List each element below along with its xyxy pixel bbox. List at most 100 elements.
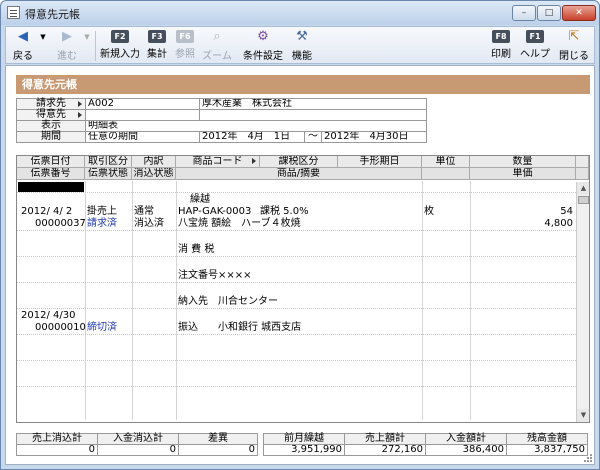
balance-value: 3,837,750	[506, 444, 588, 456]
col-divider	[470, 181, 471, 420]
col-header-slip-no: 伝票番号	[17, 168, 85, 180]
back-arrow-icon: ◀	[18, 29, 28, 44]
product-name: 八宝焼 額絵 ハーブ４枚焼	[178, 218, 301, 229]
unit-price: 4,800	[544, 218, 573, 229]
order-number-note: 注文番号××××	[178, 270, 252, 281]
f2-key-icon: F2	[111, 30, 129, 43]
col-header-date: 伝票日付	[17, 156, 85, 168]
slip-date[interactable]: 2012/ 4/30	[21, 310, 75, 321]
ledger-form: 得意先元帳 請求先 A002 厚木産業 株式会社 得意先 表示 明細表 期間 任…	[5, 65, 595, 465]
row-divider	[17, 230, 576, 231]
col-header-corner2	[576, 168, 589, 180]
col-header-blank	[422, 168, 470, 180]
slip-state[interactable]: 請求済	[87, 218, 117, 229]
resize-grip-icon[interactable]	[583, 453, 593, 463]
back-button[interactable]: ◀ 戻る	[8, 29, 38, 63]
col-header-bill-due: 手形期日	[338, 156, 422, 168]
row-divider	[17, 360, 576, 361]
condition-settings-button[interactable]: ⚙ 条件設定	[240, 29, 286, 63]
col-header-qty: 数量	[470, 156, 576, 168]
scroll-thumb[interactable]	[578, 196, 589, 204]
window-title: 得意先元帳	[25, 8, 80, 21]
product-code: HAP-GAK-0003	[178, 206, 252, 217]
col-header-breakdown: 内訳	[132, 156, 176, 168]
carry-over-label: 繰越	[190, 194, 210, 205]
scroll-up-icon[interactable]: ▲	[577, 182, 589, 195]
tax-class: 課税 5.0%	[260, 206, 309, 217]
ledger-grid: 伝票日付 取引区分 内訳 商品コード 課税区分 手形期日 単位 数量 伝票番号 …	[16, 155, 590, 423]
chevron-down-icon: ▼	[84, 33, 90, 41]
sales-cleared-total-value: 0	[16, 444, 98, 456]
delivery-note: 納入先 川合センター	[178, 296, 278, 307]
col-header-slip-state: 伝票状態	[85, 168, 132, 180]
slip-state[interactable]: 締切済	[87, 322, 117, 333]
vertical-scrollbar[interactable]: ▲ ▼	[576, 182, 589, 422]
period-from-field[interactable]: 2012年 4月 1日	[199, 131, 305, 143]
col-divider	[422, 181, 423, 420]
sales-total-value: 272,160	[344, 444, 426, 456]
ledger-window: 得意先元帳 – □ ✕ ◀ 戻る ▼ ▶ 進む ▼ F2 新規入力 F3 集計 …	[0, 0, 600, 470]
period-label: 期間	[16, 131, 86, 143]
forward-arrow-icon: ▶	[62, 29, 72, 44]
col-divider	[132, 181, 133, 420]
period-type-field[interactable]: 任意の期間	[85, 131, 200, 143]
payment-description: 振込 小和銀行 城西支店	[178, 322, 302, 333]
f8-key-icon: F8	[492, 30, 510, 43]
quantity: 54	[560, 206, 573, 217]
row-divider	[17, 192, 576, 193]
consumption-tax-label: 消 費 税	[178, 244, 215, 255]
receipt-cleared-total-value: 0	[97, 444, 179, 456]
forward-dropdown-button[interactable]: ▼	[82, 29, 92, 63]
f6-key-icon: F6	[176, 30, 194, 43]
col-header-tax: 課税区分	[260, 156, 338, 168]
period-to-field[interactable]: 2012年 4月30日	[321, 131, 427, 143]
row-divider	[17, 334, 576, 335]
receipt-total-value: 386,400	[425, 444, 507, 456]
col-divider	[85, 181, 86, 420]
toolbar: ◀ 戻る ▼ ▶ 進む ▼ F2 新規入力 F3 集計 F6 参照 ⌕ ズーム	[5, 26, 595, 64]
col-header-unit: 単位	[422, 156, 470, 168]
col-header-corner	[576, 156, 589, 168]
settings-icon: ⚙	[257, 29, 269, 44]
form-title: 得意先元帳	[16, 75, 590, 94]
prev-month-carry-value: 3,951,990	[263, 444, 345, 456]
maximize-button[interactable]: □	[537, 5, 561, 21]
col-divider	[176, 181, 177, 420]
exit-door-icon: ⇱	[568, 29, 580, 44]
new-entry-button[interactable]: F2 新規入力	[98, 29, 142, 63]
scroll-down-icon[interactable]: ▼	[577, 409, 589, 422]
f3-key-icon: F3	[148, 30, 166, 43]
breakdown: 通常	[134, 206, 154, 217]
col-header-product: 商品/摘要	[176, 168, 422, 180]
col-header-type: 取引区分	[85, 156, 132, 168]
row-divider	[17, 282, 576, 283]
minimize-button[interactable]: –	[512, 5, 536, 21]
clear-state: 消込済	[134, 218, 164, 229]
forward-button[interactable]: ▶ 進む	[52, 29, 82, 63]
zoom-icon: ⌕	[213, 29, 221, 44]
help-button[interactable]: F1 ヘルプ	[518, 29, 552, 63]
window-icon	[7, 6, 20, 19]
f1-key-icon: F1	[526, 30, 544, 43]
print-button[interactable]: F8 印刷	[488, 29, 514, 63]
transaction-type: 掛売上	[87, 206, 117, 217]
slip-number[interactable]: 00000010	[35, 322, 86, 333]
reference-button[interactable]: F6 参照	[172, 29, 198, 63]
selected-cell[interactable]	[18, 182, 84, 192]
close-window-button[interactable]: ✕	[562, 5, 596, 21]
row-divider	[17, 308, 576, 309]
row-divider	[17, 256, 576, 257]
slip-date[interactable]: 2012/ 4/ 2	[21, 206, 72, 217]
col-header-code[interactable]: 商品コード	[176, 156, 260, 168]
period-separator: 〜	[304, 131, 322, 143]
close-button[interactable]: ⇱ 閉じる	[556, 29, 592, 63]
col-header-clear-state: 消込状態	[132, 168, 176, 180]
slip-number[interactable]: 00000037	[35, 218, 86, 229]
unit: 枚	[424, 206, 434, 217]
function-button[interactable]: ⚒ 機能	[288, 29, 316, 63]
summary-button[interactable]: F3 集計	[144, 29, 170, 63]
zoom-button[interactable]: ⌕ ズーム	[200, 29, 234, 63]
toolbar-separator	[95, 31, 96, 61]
back-dropdown-button[interactable]: ▼	[38, 29, 48, 63]
difference-value: 0	[178, 444, 258, 456]
